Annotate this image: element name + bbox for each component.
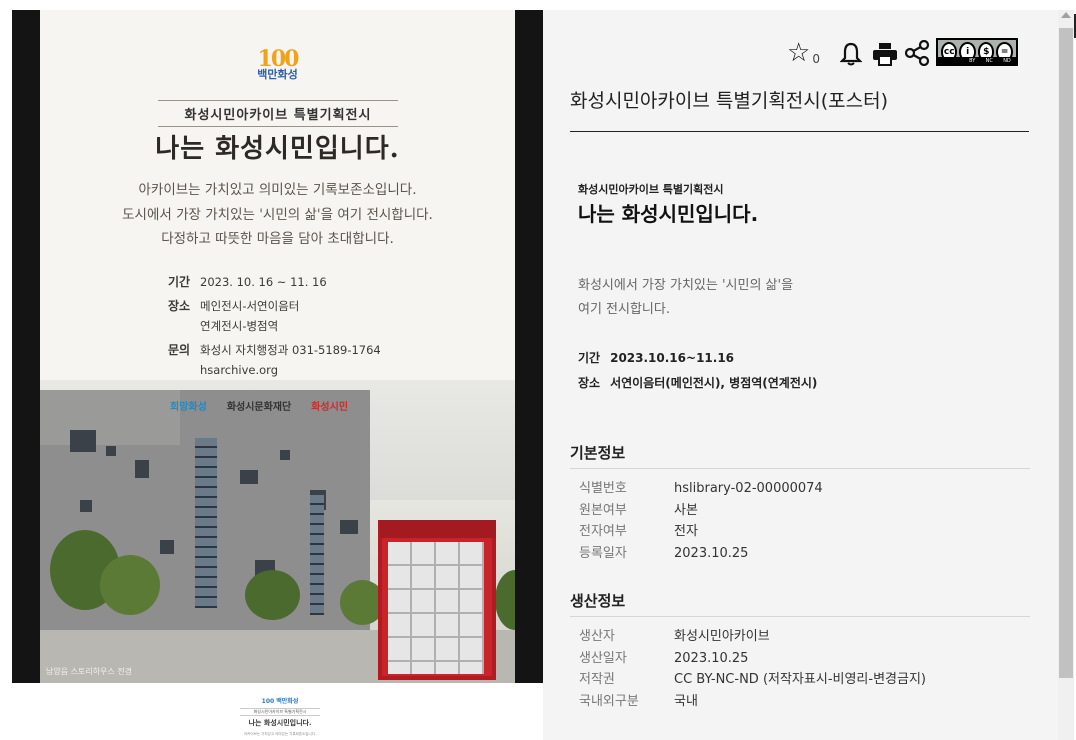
divider (570, 616, 1030, 617)
poster-thumbnail[interactable]: 100 백만화성 화성시민아카이브 특별기획전시 나는 화성시민입니다. 아카이… (215, 690, 345, 740)
poster-logo: 100 백만화성 (257, 46, 299, 81)
table-row: 생산일자 2023.10.25 (579, 650, 749, 666)
table-row: 국내외구분 국내 (579, 693, 698, 709)
basic-info-heading: 기본정보 (570, 444, 626, 462)
record-title: 화성시민아카이브 특별기획전시(포스터) (570, 90, 889, 112)
production-info-heading: 생산정보 (570, 592, 626, 610)
poster-body: 아카이브는 가치있고 의미있는 기록보존소입니다. 도시에서 가장 가치있는 '… (122, 182, 433, 247)
sponsor-logo: 희망화성 (170, 402, 207, 413)
record-toolbar: ☆ 0 cc i $ = BY NC ND (787, 38, 1018, 66)
scroll-up-icon[interactable] (1061, 12, 1071, 18)
sponsor-logo: 화성시민 (311, 402, 349, 413)
bell-icon[interactable] (839, 42, 862, 66)
summary-title: 나는 화성시민입니다. (578, 202, 759, 226)
table-row: 등록일자 2023.10.25 (579, 545, 749, 561)
scrollbar[interactable] (1058, 10, 1074, 740)
poster-image[interactable]: 100 백만화성 화성시민아카이브 특별기획전시 나는 화성시민입니다. 아카이… (40, 10, 515, 683)
divider (570, 131, 1029, 132)
poster-viewer[interactable]: 100 백만화성 화성시민아카이브 특별기획전시 나는 화성시민입니다. 아카이… (12, 10, 543, 683)
divider (570, 468, 1030, 469)
poster-photo: 남양읍 스토리하우스 전경 (40, 380, 515, 683)
poster-info: 기간 2023. 10. 16 ~ 11. 16 장소 메인전시-서연이음터 연계전… (168, 275, 381, 377)
photo-caption: 남양읍 스토리하우스 전경 (46, 667, 133, 676)
cc-license-badge[interactable]: cc i $ = BY NC ND (935, 38, 1018, 66)
sponsor-logo: 화성시문화재단 (226, 402, 292, 413)
share-icon[interactable] (904, 40, 930, 66)
table-row: 원본여부 사본 (579, 502, 698, 518)
page: 100 백만화성 화성시민아카이브 특별기획전시 나는 화성시민입니다. 아카이… (0, 0, 1076, 740)
summary-facts: 기간 2023.10.16~11.16 장소 서연이음터(메인전시), 병점역(연계… (578, 351, 818, 390)
print-icon[interactable] (872, 42, 898, 66)
table-row: 전자여부 전자 (579, 524, 698, 539)
star-icon[interactable]: ☆ (787, 40, 810, 66)
poster-title: 나는 화성시민입니다. (155, 134, 400, 164)
summary-subtitle: 화성시민아카이브 특별기획전시 (578, 183, 724, 196)
record-detail-panel: ☆ 0 cc i $ = BY NC ND 화성시민아카이브 특별기획전시(포스… (543, 10, 1058, 740)
table-row: 식별번호 hslibrary-02-00000074 (579, 481, 823, 496)
table-row: 저작권 CC BY-NC-ND (저작자표시-비영리-변경금지) (579, 672, 926, 687)
summary-description: 화성시에서 가장 가치있는 '시민의 삶'을 여기 전시합니다. (578, 278, 794, 317)
star-count: 0 (812, 52, 820, 66)
poster-sponsors: 희망화성 화성시문화재단 화성시민 (170, 398, 348, 413)
poster-subtitle: 화성시민아카이브 특별기획전시 (158, 100, 398, 127)
production-info-table: 생산자 화성시민아카이브 생산일자 2023.10.25 저작권 CC BY-NC-N… (579, 626, 926, 712)
basic-info-table: 식별번호 hslibrary-02-00000074 원본여부 사본 전자여부 전자 … (579, 478, 823, 564)
scrollbar-thumb[interactable] (1059, 28, 1073, 678)
table-row: 생산자 화성시민아카이브 (579, 629, 770, 644)
